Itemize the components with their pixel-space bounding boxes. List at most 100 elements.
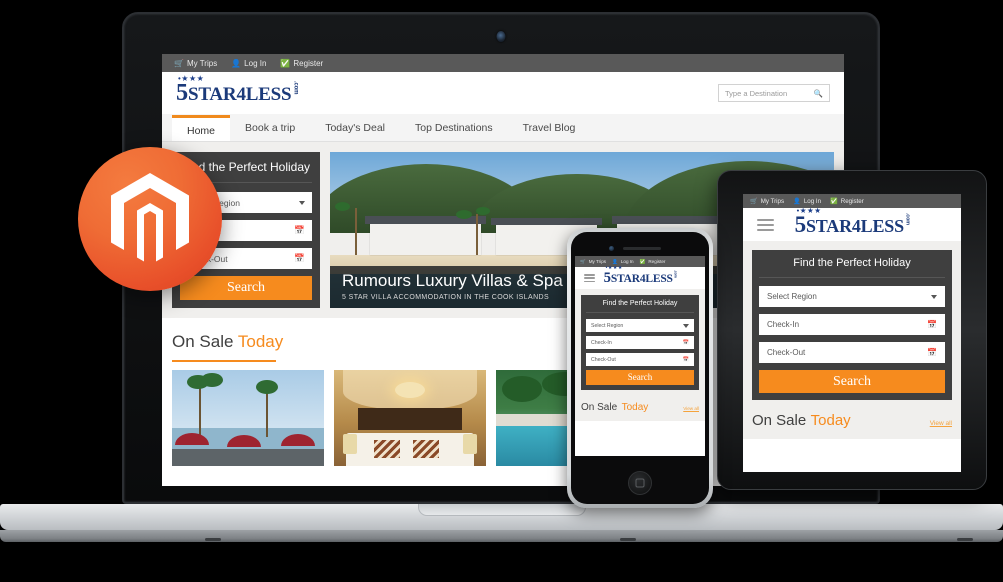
check-circle-icon: ✅ [280, 58, 291, 68]
check-in-label: Check-In [767, 320, 800, 329]
select-region-label: Select Region [591, 322, 624, 329]
brand-bar: •★★★ 5STAR4LESS.com Type a Destination 🔍 [162, 72, 844, 114]
chevron-down-icon [683, 323, 689, 328]
device-showcase-scene: 🛒 My Trips 👤 Log In ✅ Register •★★★ 5STA… [0, 0, 1003, 582]
nav-tab-home[interactable]: Home [172, 115, 231, 141]
check-out-input[interactable]: Check-Out 📅 [586, 353, 694, 366]
check-out-label: Check-Out [767, 348, 806, 357]
user-icon: 👤 [612, 258, 618, 264]
logo-text: 5STAR4LESS.com [795, 212, 911, 236]
calendar-icon[interactable]: 📅 [683, 340, 689, 346]
logo-dotcom: .com [673, 270, 678, 278]
search-button[interactable]: Search [759, 370, 945, 393]
on-sale-label: On Sale [172, 332, 234, 351]
calendar-icon[interactable]: 📅 [294, 253, 305, 264]
search-icon[interactable]: 🔍 [814, 89, 823, 98]
logo-stars: •★★★ [605, 265, 623, 271]
chevron-down-icon [299, 200, 305, 205]
page-body: Find the Perfect Holiday Select Region C… [743, 241, 961, 439]
topbar-label: Log In [244, 58, 267, 68]
topbar-label: My Trips [186, 58, 218, 68]
cart-icon: 🛒 [174, 58, 184, 68]
on-sale-label: On Sale [581, 402, 618, 413]
logo-lead: 5 [176, 78, 188, 106]
calendar-icon[interactable]: 📅 [927, 348, 937, 357]
brand-bar: •★★★ 5STAR4LESS.com [575, 266, 705, 289]
on-sale-heading: On Sale Today View all [581, 397, 699, 415]
laptop-base-notch [417, 504, 586, 516]
cart-icon: 🛒 [580, 258, 586, 264]
brand-bar: •★★★ 5STAR4LESS.com [743, 207, 961, 241]
product-thumbnail[interactable] [172, 370, 324, 466]
search-button[interactable]: Search [586, 370, 694, 385]
webcam-dot [496, 31, 506, 42]
magento-logo-icon [111, 173, 189, 262]
user-icon: 👤 [793, 198, 801, 205]
check-circle-icon: ✅ [830, 198, 838, 205]
calendar-icon[interactable]: 📅 [683, 357, 689, 363]
hamburger-menu-icon[interactable] [757, 218, 774, 231]
nav-tab-book-a-trip[interactable]: Book a trip [230, 115, 310, 141]
topbar-label: Register [648, 259, 666, 264]
topbar-label: Log In [803, 197, 822, 205]
site-logo[interactable]: •★★★ 5STAR4LESS.com [176, 74, 299, 105]
phone-device: 🛒 My Trips 👤 Log In ✅ Register •★★★ 5STA… [567, 228, 713, 508]
user-icon: 👤 [231, 58, 242, 68]
logo-stars: •★★★ [796, 205, 822, 215]
destination-search-box[interactable]: Type a Destination 🔍 [718, 84, 830, 102]
site-logo[interactable]: •★★★ 5STAR4LESS.com [603, 266, 678, 286]
view-all-link[interactable]: View all [930, 420, 952, 427]
logo-word: STAR4LESS [187, 83, 292, 105]
utility-topbar: 🛒 My Trips 👤 Log In ✅ Register [575, 256, 705, 267]
check-circle-icon: ✅ [639, 258, 646, 264]
logo-dotcom: .com [904, 212, 911, 225]
topbar-item-my-trips[interactable]: 🛒 My Trips [750, 197, 784, 206]
check-in-input[interactable]: Check-In 📅 [759, 314, 945, 335]
utility-topbar: 🛒 My Trips 👤 Log In ✅ Register [743, 194, 961, 208]
topbar-item-register[interactable]: ✅ Register [640, 259, 666, 265]
nav-tab-travel-blog[interactable]: Travel Blog [508, 115, 591, 141]
search-button[interactable]: Search [180, 276, 312, 300]
calendar-icon[interactable]: 📅 [294, 225, 305, 236]
logo-lead: 5 [603, 270, 611, 286]
check-out-label: Check-Out [591, 356, 616, 363]
hamburger-menu-icon[interactable] [584, 274, 595, 282]
product-thumbnail[interactable] [334, 370, 486, 466]
topbar-item-my-trips[interactable]: 🛒 My Trips [580, 259, 606, 265]
logo-text: 5STAR4LESS.com [603, 270, 678, 286]
topbar-item-register[interactable]: ✅ Register [830, 197, 864, 206]
topbar-item-register[interactable]: ✅ Register [280, 59, 323, 68]
search-placeholder: Type a Destination [725, 88, 788, 98]
topbar-label: Log In [620, 259, 634, 264]
view-all-link[interactable]: View all [683, 406, 699, 411]
logo-dotcom: .com [292, 80, 299, 95]
on-sale-today: Today [237, 332, 284, 351]
logo-text: 5STAR4LESS.com [176, 80, 299, 105]
calendar-icon[interactable]: 📅 [927, 320, 937, 329]
home-button[interactable] [628, 471, 652, 495]
check-out-input[interactable]: Check-Out 📅 [759, 342, 945, 363]
page-body: Find the Perfect Holiday Select Region C… [575, 289, 705, 421]
tablet-device: 🛒 My Trips 👤 Log In ✅ Register •★★★ 5STA… [717, 170, 987, 490]
select-region-dropdown[interactable]: Select Region [586, 319, 694, 332]
main-navigation: Home Book a trip Today's Deal Top Destin… [162, 114, 844, 142]
holiday-search-widget: Find the Perfect Holiday Select Region C… [752, 250, 952, 400]
nav-tab-top-destinations[interactable]: Top Destinations [400, 115, 508, 141]
topbar-item-my-trips[interactable]: 🛒 My Trips [174, 59, 217, 68]
topbar-item-log-in[interactable]: 👤 Log In [612, 259, 634, 265]
logo-stars: •★★★ [178, 73, 205, 83]
earpiece-speaker [623, 247, 661, 250]
nav-tab-todays-deal[interactable]: Today's Deal [310, 115, 400, 141]
site-logo[interactable]: •★★★ 5STAR4LESS.com [795, 207, 911, 236]
holiday-search-widget: Find the Perfect Holiday Select Region C… [581, 295, 699, 390]
select-region-dropdown[interactable]: Select Region [759, 286, 945, 307]
widget-title: Find the Perfect Holiday [759, 257, 945, 278]
logo-word: STAR4LESS [610, 273, 673, 285]
on-sale-today: Today [810, 412, 851, 429]
topbar-item-log-in[interactable]: 👤 Log In [231, 59, 266, 68]
laptop-base [0, 504, 1003, 548]
on-sale-today: Today [621, 402, 649, 413]
on-sale-heading: On Sale Today View all [752, 412, 952, 430]
check-in-input[interactable]: Check-In 📅 [586, 336, 694, 349]
topbar-item-log-in[interactable]: 👤 Log In [793, 197, 822, 206]
